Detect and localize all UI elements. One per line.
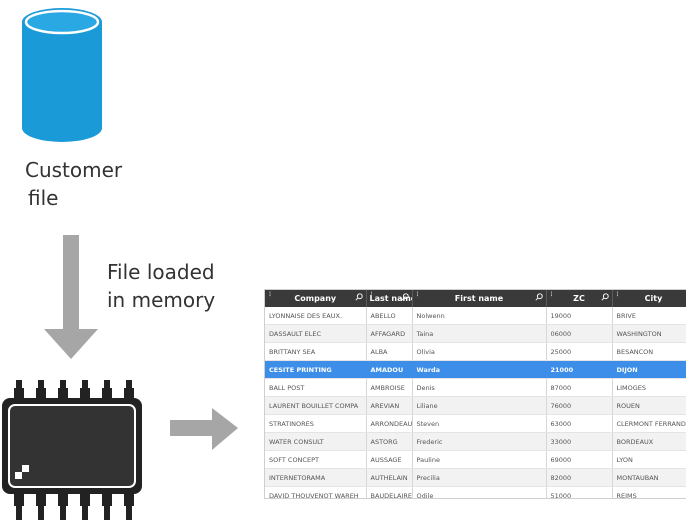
right-arrow-icon xyxy=(170,408,238,450)
table-row[interactable]: BALL POST AMBROISE Denis 87000 LIMOGES xyxy=(265,378,686,397)
column-header-label: First name xyxy=(454,294,504,303)
column-header-last-name[interactable]: ⋮ Last name xyxy=(366,290,413,307)
cell-first-name: Olivia xyxy=(412,342,547,361)
cell-last-name: AREVIAN xyxy=(366,396,413,415)
cell-first-name: Taina xyxy=(412,324,547,343)
down-arrow-icon xyxy=(44,235,98,359)
cell-company: BRITTANY SEA xyxy=(265,342,367,361)
cell-zc: 21000 xyxy=(546,360,613,379)
cell-company: DASSAULT ELEC xyxy=(265,324,367,343)
cell-city: LIMOGES xyxy=(612,378,686,397)
cell-first-name: Warda xyxy=(412,360,547,379)
search-icon[interactable] xyxy=(354,293,363,301)
cell-zc: 25000 xyxy=(546,342,613,361)
file-loaded-label-line2: in memory xyxy=(107,288,216,312)
table-row[interactable]: INTERNETORAMA AUTHELAIN Precilia 82000 MONTA… xyxy=(265,468,686,487)
cell-last-name: AMADOU xyxy=(366,360,413,379)
cell-first-name: Liliane xyxy=(412,396,547,415)
cell-city: BESANCON xyxy=(612,342,686,361)
cell-first-name: Odile xyxy=(412,486,547,498)
cell-first-name: Frederic xyxy=(412,432,547,451)
cell-first-name: Precilia xyxy=(412,468,547,487)
cell-zc: 33000 xyxy=(546,432,613,451)
cell-city: ROUEN xyxy=(612,396,686,415)
cell-first-name: Nolwenn xyxy=(412,307,547,325)
column-header-company[interactable]: ⋮ Company xyxy=(265,290,367,307)
cell-last-name: BAUDELAIRE xyxy=(366,486,413,498)
cell-zc: 06000 xyxy=(546,324,613,343)
customer-file-label-line2: file xyxy=(28,186,59,210)
table-row[interactable]: DAVID THOUVENOT WAREH BAUDELAIRE Odile 5100… xyxy=(265,486,686,498)
table-row[interactable]: STRATINORES ARRONDEAU Steven 63000 CLERMONT … xyxy=(265,414,686,433)
column-header-zc[interactable]: ⋮ ZC xyxy=(546,290,613,307)
column-header-city[interactable]: ⋮ City xyxy=(612,290,686,307)
cell-first-name: Denis xyxy=(412,378,547,397)
cell-last-name: ABELLO xyxy=(366,307,413,325)
cell-city: DIJON xyxy=(612,360,686,379)
drag-handle-icon[interactable]: ⋮ xyxy=(369,291,375,298)
cell-city: LYON xyxy=(612,450,686,469)
column-header-label: City xyxy=(644,294,663,303)
cell-company: DAVID THOUVENOT WAREH xyxy=(265,486,367,498)
cell-company: WATER CONSULT xyxy=(265,432,367,451)
cell-last-name: AUSSAGE xyxy=(366,450,413,469)
table-row[interactable]: LYONNAISE DES EAUX. ABELLO Nolwenn 19000 BRI… xyxy=(265,307,686,325)
cell-last-name: AUTHELAIN xyxy=(366,468,413,487)
cell-city: BRIVE xyxy=(612,307,686,325)
cell-city: BORDEAUX xyxy=(612,432,686,451)
cell-last-name: AMBROISE xyxy=(366,378,413,397)
table-header-row: ⋮ Company ⋮ Last name ⋮ First name ⋮ ZC xyxy=(265,290,686,307)
cell-first-name: Steven xyxy=(412,414,547,433)
table-body: LYONNAISE DES EAUX. ABELLO Nolwenn 19000 BRI… xyxy=(265,307,686,498)
cell-last-name: ASTORG xyxy=(366,432,413,451)
column-header-label: Company xyxy=(294,294,337,303)
cell-zc: 69000 xyxy=(546,450,613,469)
cell-zc: 76000 xyxy=(546,396,613,415)
drag-handle-icon[interactable]: ⋮ xyxy=(615,291,621,298)
drag-handle-icon[interactable]: ⋮ xyxy=(549,291,555,298)
cell-zc: 19000 xyxy=(546,307,613,325)
database-icon xyxy=(22,8,102,142)
table-row[interactable]: WATER CONSULT ASTORG Frederic 33000 BORDEAUX xyxy=(265,432,686,451)
table-row[interactable]: BRITTANY SEA ALBA Olivia 25000 BESANCON xyxy=(265,342,686,361)
cell-city: WASHINGTON xyxy=(612,324,686,343)
cell-company: STRATINORES xyxy=(265,414,367,433)
cell-company: BALL POST xyxy=(265,378,367,397)
cell-city: CLERMONT FERRAND xyxy=(612,414,686,433)
column-header-first-name[interactable]: ⋮ First name xyxy=(412,290,547,307)
customer-file-label: Customer file xyxy=(25,156,122,212)
cell-company: LYONNAISE DES EAUX. xyxy=(265,307,367,325)
cell-company: SOFT CONCEPT xyxy=(265,450,367,469)
cell-last-name: ALBA xyxy=(366,342,413,361)
drag-handle-icon[interactable]: ⋮ xyxy=(267,291,273,298)
cell-city: REIMS xyxy=(612,486,686,498)
table-row[interactable]: LAURENT BOUILLET COMPA AREVIAN Liliane 7600… xyxy=(265,396,686,415)
customer-table: ⋮ Company ⋮ Last name ⋮ First name ⋮ ZC xyxy=(264,289,686,499)
drag-handle-icon[interactable]: ⋮ xyxy=(415,291,421,298)
cell-company: INTERNETORAMA xyxy=(265,468,367,487)
search-icon[interactable] xyxy=(400,293,409,301)
cell-zc: 87000 xyxy=(546,378,613,397)
cell-first-name: Pauline xyxy=(412,450,547,469)
cell-company: LAURENT BOUILLET COMPA xyxy=(265,396,367,415)
cell-zc: 82000 xyxy=(546,468,613,487)
search-icon[interactable] xyxy=(534,293,543,301)
column-header-label: ZC xyxy=(573,294,585,303)
table-row[interactable]: CESITE PRINTING AMADOU Warda 21000 DIJON xyxy=(265,360,686,379)
cell-zc: 51000 xyxy=(546,486,613,498)
memory-chip-icon xyxy=(2,380,142,520)
cell-zc: 63000 xyxy=(546,414,613,433)
cell-last-name: AFFAGARD xyxy=(366,324,413,343)
file-loaded-label-line1: File loaded xyxy=(107,260,215,284)
search-icon[interactable] xyxy=(600,293,609,301)
cell-city: MONTAUBAN xyxy=(612,468,686,487)
cell-company: CESITE PRINTING xyxy=(265,360,367,379)
table-row[interactable]: SOFT CONCEPT AUSSAGE Pauline 69000 LYON xyxy=(265,450,686,469)
table-row[interactable]: DASSAULT ELEC AFFAGARD Taina 06000 WASHINGTO… xyxy=(265,324,686,343)
cell-last-name: ARRONDEAU xyxy=(366,414,413,433)
customer-file-label-line1: Customer xyxy=(25,158,123,182)
file-loaded-label: File loaded in memory xyxy=(107,258,215,314)
